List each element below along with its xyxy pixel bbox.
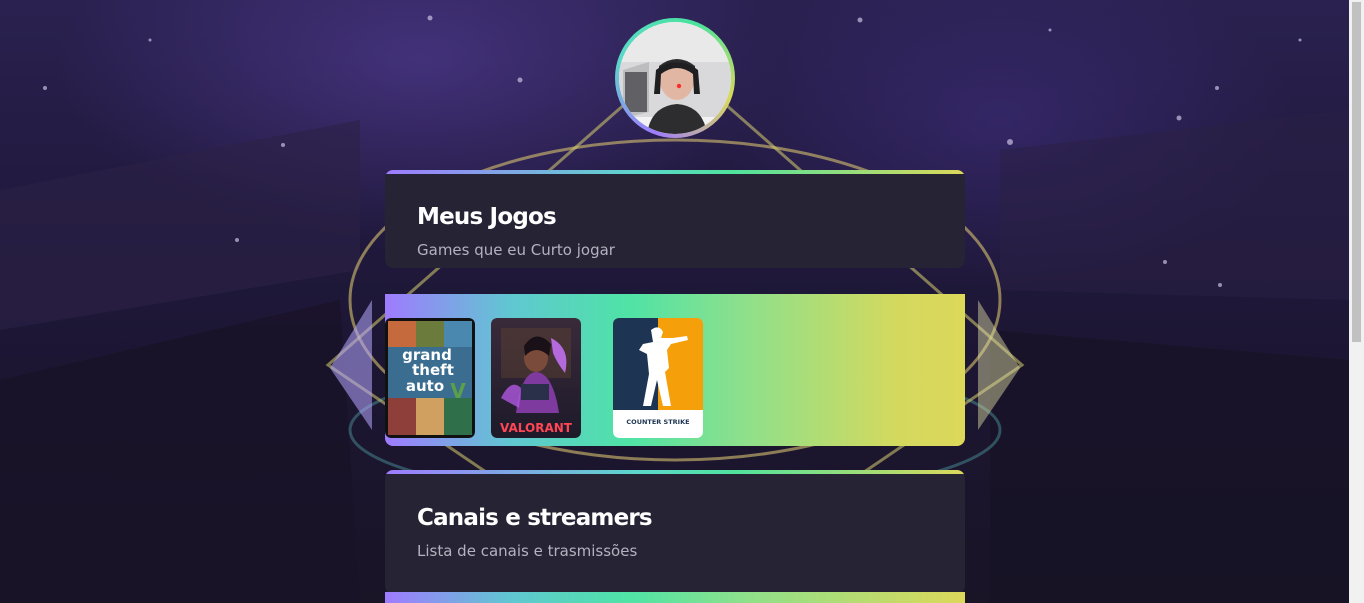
page-scrollbar[interactable]	[1349, 0, 1364, 603]
game-gta-v[interactable]: grand theft auto V	[385, 318, 475, 438]
valorant-logo-text: VALORANT	[500, 421, 573, 435]
channels-card-title: Canais e streamers	[417, 505, 653, 531]
gta-logo-line3: auto	[406, 377, 444, 395]
games-card-title: Meus Jogos	[417, 204, 557, 230]
games-card-header: Meus Jogos Games que eu Curto jogar	[385, 174, 965, 268]
counter-strike-cover-icon: COUNTER STRIKE	[613, 318, 703, 438]
game-valorant[interactable]: VALORANT	[491, 318, 581, 438]
games-card-subtitle: Games que eu Curto jogar	[417, 241, 615, 259]
avatar[interactable]	[615, 18, 735, 138]
channels-list	[385, 592, 965, 603]
channels-card-header: Canais e streamers Lista de canais e tra…	[385, 474, 965, 594]
profile-photo-icon	[619, 22, 731, 134]
channels-card: Canais e streamers Lista de canais e tra…	[385, 470, 965, 594]
valorant-cover-icon: VALORANT	[491, 318, 581, 438]
game-counter-strike[interactable]: COUNTER STRIKE	[613, 318, 703, 438]
svg-text:V: V	[450, 379, 466, 403]
games-card: Meus Jogos Games que eu Curto jogar	[385, 170, 965, 268]
scrollbar-thumb[interactable]	[1352, 2, 1361, 342]
channels-card-subtitle: Lista de canais e trasmissões	[417, 542, 638, 560]
counter-strike-logo-text: COUNTER STRIKE	[626, 418, 689, 426]
gta-v-cover-icon: grand theft auto V	[385, 318, 475, 438]
